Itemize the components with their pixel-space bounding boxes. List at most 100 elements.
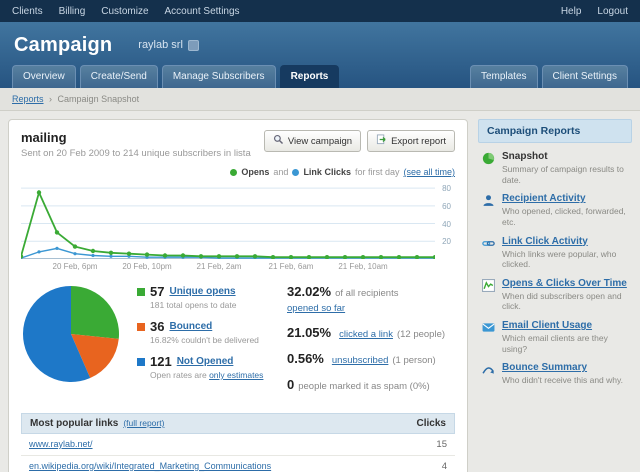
sidebar-item-desc: When did subscribers open and click.	[502, 291, 630, 312]
full-report-link[interactable]: (full report)	[123, 418, 164, 428]
tab-reports[interactable]: Reports	[280, 65, 340, 88]
see-all-time-link[interactable]: (see all time)	[403, 167, 455, 177]
topbar-logout[interactable]: Logout	[597, 6, 628, 17]
sidebar-item-desc: Summary of campaign results to date.	[502, 164, 630, 185]
legend-joiner: and	[273, 167, 288, 177]
line-chart-svg	[21, 181, 435, 259]
stats-section: 57 Unique opens 181 total opens to date …	[21, 284, 455, 403]
topbar-clients[interactable]: Clients	[12, 6, 43, 17]
tab-overview[interactable]: Overview	[12, 65, 76, 88]
not-opened-stat: 121 Not Opened Open rates are only estim…	[137, 354, 279, 380]
link-url[interactable]: en.wikipedia.org/wiki/Integrated_Marketi…	[29, 461, 271, 471]
unsubscribed-rate-suffix: (1 person)	[392, 355, 435, 366]
sidebar-item-email-client-usage[interactable]: Email Client Usage Which email clients a…	[478, 312, 632, 354]
sidebar-item-snapshot[interactable]: Snapshot Summary of campaign results to …	[478, 143, 632, 185]
legend-suffix: for first day	[355, 167, 400, 177]
opens-legend-label: Opens	[241, 167, 269, 177]
chart-legend: Opens and Link Clicks for first day (see…	[21, 167, 455, 177]
not-opened-color-swatch-icon	[137, 358, 145, 366]
topbar: Clients Billing Customize Account Settin…	[0, 0, 640, 22]
line-chart: 20406080 20 Feb, 6pm20 Feb, 10pm21 Feb, …	[21, 181, 455, 274]
clicks-legend-label: Link Clicks	[303, 167, 351, 177]
link-row: www.raylab.net/ 15	[21, 434, 455, 456]
opened-so-far-link[interactable]: opened so far	[287, 303, 345, 314]
sidebar-item-opens-clicks-over-time[interactable]: Opens & Clicks Over Time When did subscr…	[478, 270, 632, 312]
link-clicks: 4	[442, 461, 447, 472]
person-icon	[482, 193, 496, 227]
open-stats-column: 57 Unique opens 181 total opens to date …	[137, 284, 279, 389]
topbar-help[interactable]: Help	[561, 6, 582, 17]
breadcrumb: Reports › Campaign Snapshot	[0, 88, 640, 111]
sidebar-item-text: Email Client Usage Which email clients a…	[502, 320, 630, 354]
export-report-button[interactable]: Export report	[367, 130, 455, 152]
magnifier-icon	[273, 134, 284, 148]
spam-rate-value: 0	[287, 377, 294, 392]
bounce-arrow-icon	[482, 362, 496, 386]
header-buttons: View campaign Export report	[264, 130, 455, 152]
sidebar-item-text: Recipient Activity Who opened, clicked, …	[502, 193, 630, 227]
popular-links-table: Most popular links (full report) Clicks …	[21, 413, 455, 472]
unique-opens-value: 57	[150, 284, 164, 299]
tab-templates[interactable]: Templates	[470, 65, 538, 88]
view-campaign-label: View campaign	[288, 136, 352, 147]
rate-row-unsubscribed: 0.56% unsubscribed (1 person)	[287, 351, 455, 366]
sidebar-item-text: Opens & Clicks Over Time When did subscr…	[502, 278, 630, 312]
page-title: Campaign	[14, 34, 112, 57]
sidebar-item-label: Email Client Usage	[502, 320, 630, 331]
content: mailing View campaign Export report Sent…	[0, 111, 640, 472]
y-axis-labels: 20406080	[437, 181, 455, 259]
campaign-snapshot-panel: mailing View campaign Export report Sent…	[8, 119, 468, 472]
link-url[interactable]: www.raylab.net/	[29, 439, 93, 449]
snapshot-icon	[482, 151, 496, 185]
tab-manage-subscribers[interactable]: Manage Subscribers	[162, 65, 276, 88]
envelope-icon	[482, 320, 496, 354]
only-estimates-link[interactable]: only estimates	[209, 370, 263, 380]
unsubscribed-rate-value: 0.56%	[287, 351, 324, 366]
breadcrumb-separator: ›	[49, 94, 52, 104]
topbar-account-settings[interactable]: Account Settings	[165, 6, 240, 17]
not-opened-sub: Open rates are only estimates	[150, 370, 279, 380]
sidebar-item-label: Snapshot	[502, 151, 630, 162]
opened-rate-text: of all recipients	[335, 288, 398, 299]
tab-create-send[interactable]: Create/Send	[80, 65, 158, 88]
rate-stats-column: 32.02% of all recipients opened so far 2…	[287, 284, 455, 403]
export-icon	[376, 134, 387, 148]
topbar-billing[interactable]: Billing	[59, 6, 86, 17]
breadcrumb-reports-link[interactable]: Reports	[12, 94, 44, 104]
mini-chart-icon	[482, 278, 496, 312]
sidebar-item-text: Link Click Activity Which links were pop…	[502, 236, 630, 270]
bounced-link[interactable]: Bounced	[169, 321, 212, 332]
chain-link-icon	[482, 236, 496, 270]
unsubscribed-link[interactable]: unsubscribed	[332, 355, 389, 366]
sidebar-item-text: Snapshot Summary of campaign results to …	[502, 151, 630, 185]
unique-opens-stat: 57 Unique opens 181 total opens to date	[137, 284, 279, 310]
view-campaign-button[interactable]: View campaign	[264, 130, 361, 152]
account-badge-icon[interactable]	[188, 40, 199, 51]
bounced-sub: 16.82% couldn't be delivered	[150, 335, 279, 345]
sidebar-item-label: Opens & Clicks Over Time	[502, 278, 630, 289]
sidebar-item-recipient-activity[interactable]: Recipient Activity Who opened, clicked, …	[478, 185, 632, 227]
clicked-a-link-link[interactable]: clicked a link	[339, 329, 393, 340]
link-row: en.wikipedia.org/wiki/Integrated_Marketi…	[21, 456, 455, 472]
topbar-customize[interactable]: Customize	[101, 6, 148, 17]
sidebar-item-link-click-activity[interactable]: Link Click Activity Which links were pop…	[478, 228, 632, 270]
sidebar-item-desc: Which email clients are they using?	[502, 333, 630, 354]
clicks-column-header: Clicks	[417, 418, 446, 429]
sidebar-title: Campaign Reports	[478, 119, 632, 143]
opened-rate-value: 32.02%	[287, 284, 331, 299]
page: Clients Billing Customize Account Settin…	[0, 0, 640, 472]
sidebar-item-bounce-summary[interactable]: Bounce Summary Who didn't receive this a…	[478, 354, 632, 386]
not-opened-value: 121	[150, 354, 172, 369]
not-opened-link[interactable]: Not Opened	[177, 356, 234, 367]
breadcrumb-current: Campaign Snapshot	[58, 94, 140, 104]
sidebar-item-text: Bounce Summary Who didn't receive this a…	[502, 362, 623, 386]
sidebar-item-label: Bounce Summary	[502, 362, 623, 373]
pie-chart	[21, 284, 121, 384]
sidebar-item-label: Link Click Activity	[502, 236, 630, 247]
account-name[interactable]: raylab srl	[138, 39, 183, 51]
export-report-label: Export report	[391, 136, 446, 147]
bounced-color-swatch-icon	[137, 323, 145, 331]
opens-legend-dot-icon	[230, 169, 237, 176]
tab-client-settings[interactable]: Client Settings	[542, 65, 628, 88]
unique-opens-link[interactable]: Unique opens	[169, 286, 235, 297]
